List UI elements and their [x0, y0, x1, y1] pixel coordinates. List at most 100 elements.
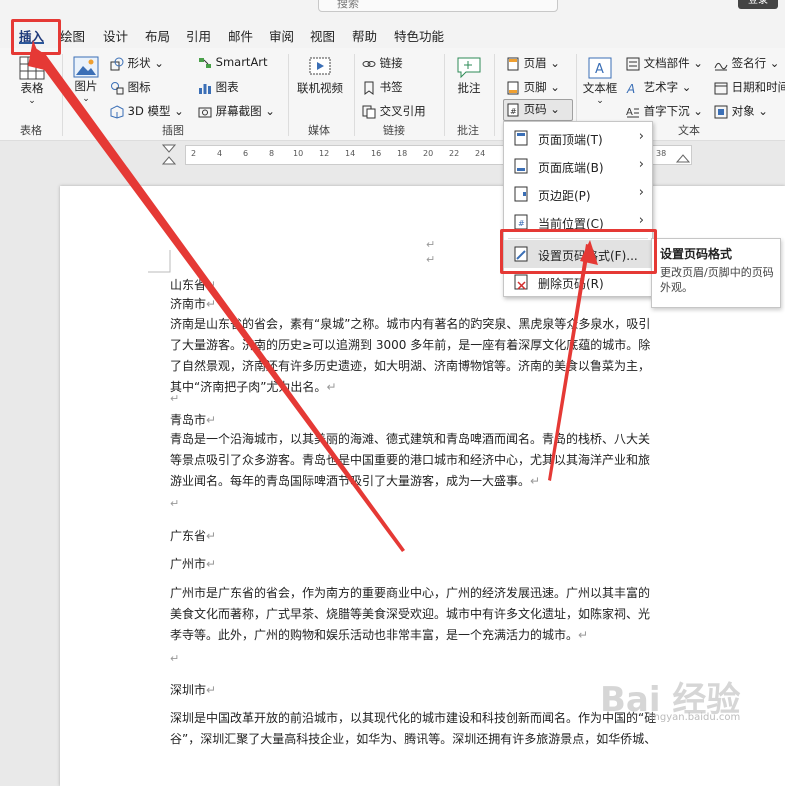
menu-item-top-of-page[interactable]: 页面顶端(T) ›: [504, 124, 652, 152]
login-button[interactable]: 登录: [738, 0, 778, 9]
link-button[interactable]: 链接: [362, 55, 403, 71]
heading-province-shandong: 山东省↵: [170, 278, 217, 292]
smartart-button[interactable]: SmartArt: [198, 55, 268, 70]
highlight-box-insert-tab: [11, 19, 61, 55]
chevron-right-icon: ›: [638, 213, 644, 228]
wordart-button[interactable]: A 艺术字 ⌄: [626, 79, 691, 95]
3d-model-button[interactable]: 3D 模型 ⌄: [110, 103, 184, 119]
video-icon: [309, 57, 331, 75]
tab-view[interactable]: 视图: [310, 26, 335, 45]
tab-help[interactable]: 帮助: [352, 26, 377, 45]
tab-mailings[interactable]: 邮件: [228, 26, 253, 45]
ruler-tick: 16: [371, 149, 382, 158]
picture-button[interactable]: 图片 ⌄: [70, 56, 102, 104]
object-label: 对象: [731, 104, 755, 118]
screenshot-label: 屏幕截图: [215, 104, 262, 118]
online-video-button[interactable]: 联机视频: [296, 56, 344, 96]
group-divider: [444, 54, 445, 136]
ruler-tick: 2: [191, 149, 197, 158]
header-button[interactable]: 页眉 ⌄: [506, 55, 560, 71]
signature-line-button[interactable]: 签名行 ⌄: [714, 55, 779, 71]
paragraph-mark: ↵: [426, 238, 436, 251]
ruler-tick: 18: [397, 149, 408, 158]
shapes-button[interactable]: 形状 ⌄: [110, 55, 164, 71]
watermark-url: jingyan.baidu.com: [648, 712, 741, 723]
bookmark-label: 书签: [379, 80, 403, 94]
cube-icon: [110, 104, 124, 119]
footer-button[interactable]: 页脚 ⌄: [506, 79, 560, 95]
smartart-label: SmartArt: [215, 55, 268, 69]
document-parts-button[interactable]: 文档部件 ⌄: [626, 55, 703, 71]
ruler-tick: 10: [293, 149, 304, 158]
heading-city-jinan: 济南市↵: [170, 297, 217, 311]
tab-draw[interactable]: 绘图: [60, 26, 85, 45]
screenshot-button[interactable]: 屏幕截图 ⌄: [198, 103, 275, 119]
signature-icon: [714, 62, 728, 70]
ruler-tick: 8: [269, 149, 275, 158]
chevron-right-icon: ›: [638, 129, 644, 144]
page-top-icon: [514, 130, 528, 146]
chart-label: 图表: [215, 80, 239, 94]
paragraph-qingdao: 青岛是一个沿海城市，以其美丽的海滩、德式建筑和青岛啤酒而闻名。青岛的栈桥、八大关…: [170, 432, 651, 488]
chevron-down-icon: ⌄: [596, 96, 604, 106]
shapes-icon: [110, 57, 124, 70]
table-button[interactable]: 表格 ⌄: [14, 56, 50, 106]
paragraph-mark: ↵: [170, 497, 180, 510]
search-box[interactable]: 搜索: [318, 0, 558, 12]
heading-city-qingdao: 青岛市↵: [170, 413, 217, 427]
comment-icon: [457, 57, 481, 79]
page-number-icon: #: [507, 103, 519, 116]
menu-item-label: 页边距(P): [538, 189, 591, 203]
comment-button[interactable]: 批注: [452, 56, 486, 96]
dropcap-button[interactable]: A 首字下沉 ⌄: [626, 103, 703, 119]
bookmark-button[interactable]: 书签: [362, 79, 403, 95]
cross-reference-button[interactable]: 交叉引用: [362, 103, 426, 119]
tab-references[interactable]: 引用: [186, 26, 211, 45]
ruler-tick: 14: [345, 149, 356, 158]
svg-text:#: #: [518, 219, 525, 228]
screenshot-icon: [198, 107, 212, 117]
margin-corner-marker: [148, 250, 171, 273]
chart-button[interactable]: 图表: [198, 79, 239, 95]
highlight-box-format-page-numbers: [500, 229, 657, 274]
group-label-text: 文本: [678, 124, 700, 137]
cross-reference-icon: [362, 105, 376, 118]
object-button[interactable]: 对象 ⌄: [714, 103, 768, 119]
textbox-icon: A: [588, 57, 612, 79]
group-label-table: 表格: [20, 124, 42, 137]
indent-marker-icon[interactable]: [162, 144, 176, 166]
tab-layout[interactable]: 布局: [145, 26, 170, 45]
wordart-label: 艺术字: [643, 80, 679, 94]
page-bottom-icon: [514, 158, 528, 174]
textbox-button[interactable]: A 文本框 ⌄: [582, 56, 618, 106]
tooltip-description: 更改页眉/页脚中的页码外观。: [660, 266, 774, 294]
tab-design[interactable]: 设计: [103, 26, 128, 45]
right-indent-marker-icon[interactable]: [676, 152, 690, 164]
group-label-links: 链接: [383, 124, 405, 137]
table-icon: [19, 56, 45, 80]
paragraph-mark: ↵: [426, 253, 436, 266]
page-number-button[interactable]: # 页码 ⌄: [503, 99, 573, 121]
dropcap-label: 首字下沉: [643, 104, 690, 118]
ruler-tick: 24: [475, 149, 486, 158]
signature-line-label: 签名行: [731, 56, 767, 70]
ruler-tick: 22: [449, 149, 460, 158]
menu-item-label: 页面顶端(T): [538, 133, 603, 147]
header-label: 页眉: [523, 56, 547, 70]
menu-item-page-margins[interactable]: 页边距(P) ›: [504, 180, 652, 208]
tab-features[interactable]: 特色功能: [394, 26, 444, 45]
heading-city-guangzhou: 广州市↵: [170, 557, 217, 571]
tooltip: 设置页码格式 更改页眉/页脚中的页码外观。: [651, 238, 781, 308]
date-time-button[interactable]: 日期和时间: [714, 79, 785, 95]
dropcap-icon: A: [626, 107, 639, 118]
svg-text:#: #: [510, 107, 517, 116]
tab-review[interactable]: 审阅: [269, 26, 294, 45]
svg-text:A: A: [626, 107, 633, 118]
svg-text:A: A: [626, 82, 635, 95]
link-label: 链接: [379, 56, 403, 70]
icons-button[interactable]: 图标: [110, 79, 151, 95]
calendar-icon: [714, 82, 728, 94]
menu-item-bottom-of-page[interactable]: 页面底端(B) ›: [504, 152, 652, 180]
group-divider: [288, 54, 289, 136]
paragraph-mark: ↵: [170, 652, 180, 665]
